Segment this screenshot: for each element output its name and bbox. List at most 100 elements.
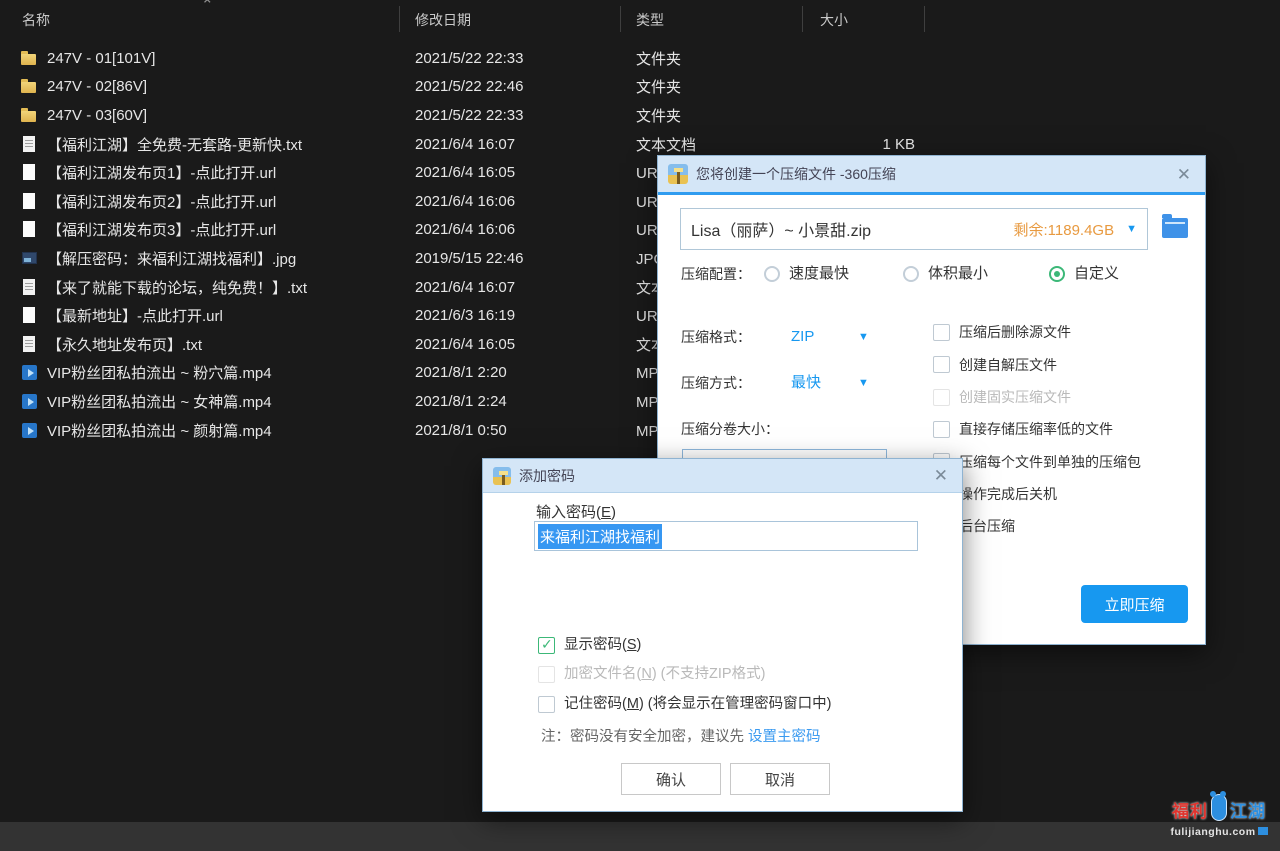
file-row[interactable]: 247V - 02[86V]2021/5/22 22:46文件夹 (0, 73, 1280, 102)
chevron-down-icon[interactable]: ▼ (858, 373, 869, 393)
file-date: 2021/6/4 16:06 (400, 221, 621, 238)
method-select[interactable]: 最快 (791, 373, 821, 393)
column-header-row: ⌃ 名称 修改日期 类型 大小 (0, 0, 1280, 38)
url-file-icon (21, 307, 38, 324)
file-type: 文本文档 (621, 134, 803, 155)
image-file-icon (21, 250, 38, 267)
file-name: 【来了就能下载的论坛，纯免费！】.txt (47, 277, 307, 298)
file-name: VIP粉丝团私拍流出 ~ 颜射篇.mp4 (47, 420, 272, 441)
file-name-cell: 【福利江湖发布页2】-点此打开.url (0, 191, 400, 212)
file-name: 【福利江湖】全免费-无套路-更新快.txt (47, 134, 302, 155)
360zip-app-icon (668, 164, 688, 184)
file-row[interactable]: 247V - 01[101V]2021/5/22 22:33文件夹 (0, 44, 1280, 73)
file-name-cell: VIP粉丝团私拍流出 ~ 颜射篇.mp4 (0, 420, 400, 441)
text-file-icon (21, 279, 38, 296)
column-divider[interactable] (924, 6, 925, 32)
file-name-cell: 247V - 03[60V] (0, 107, 400, 124)
zip-option-label: 后台压缩 (959, 516, 1015, 536)
file-row[interactable]: 247V - 03[60V] 2021/5/22 22:33文件夹 (0, 101, 1280, 130)
zip-option-checkbox[interactable] (933, 356, 950, 373)
chevron-down-icon[interactable]: ▼ (1126, 223, 1137, 235)
confirm-button[interactable]: 确认 (621, 763, 721, 795)
file-name: 【福利江湖发布页1】-点此打开.url (47, 162, 276, 183)
radio-label: 速度最快 (789, 264, 849, 284)
file-name: 247V - 02[86V] (47, 78, 147, 95)
video-file-icon (21, 422, 38, 439)
browse-folder-icon[interactable] (1162, 218, 1188, 238)
column-header-name[interactable]: 名称 (0, 0, 400, 38)
radio-2[interactable] (903, 266, 919, 282)
volume-label: 压缩分卷大小： (681, 419, 779, 439)
watermark-text-right: 江湖 (1230, 797, 1266, 822)
zip-option-label: 直接存储压缩率低的文件 (959, 419, 1113, 439)
folder-file-icon (21, 107, 38, 124)
zip-option-checkbox (933, 389, 950, 406)
method-label: 压缩方式： (681, 373, 751, 393)
radio-label: 自定义 (1074, 264, 1119, 284)
file-name-cell: 247V - 02[86V] (0, 78, 400, 95)
password-option-checkbox[interactable] (538, 637, 555, 654)
file-date: 2021/8/1 0:50 (400, 422, 621, 439)
file-name: VIP粉丝团私拍流出 ~ 女神篇.mp4 (47, 391, 272, 412)
password-input[interactable]: 来福利江湖找福利 (534, 521, 918, 551)
file-name: 247V - 03[60V] (47, 107, 147, 124)
file-type: 文件夹 (621, 105, 803, 126)
archive-name-value[interactable]: Lisa（丽萨）~ 小景甜.zip (691, 217, 1014, 241)
radio-1[interactable] (764, 266, 780, 282)
zip-option-checkbox[interactable] (933, 324, 950, 341)
url-file-icon (21, 221, 38, 238)
close-icon[interactable]: ✕ (930, 465, 952, 486)
column-divider[interactable] (399, 6, 400, 32)
file-date: 2021/6/4 16:05 (400, 336, 621, 353)
file-name-cell: 【福利江湖】全免费-无套路-更新快.txt (0, 134, 400, 155)
column-header-date[interactable]: 修改日期 (400, 0, 621, 38)
file-name: 【永久地址发布页】.txt (47, 334, 202, 355)
cancel-button[interactable]: 取消 (730, 763, 830, 795)
360zip-app-icon (493, 467, 511, 485)
file-date: 2021/6/4 16:06 (400, 193, 621, 210)
chevron-down-icon[interactable]: ▼ (858, 327, 869, 347)
set-master-password-link[interactable]: 设置主密码 (748, 729, 821, 745)
column-divider[interactable] (620, 6, 621, 32)
file-date: 2021/8/1 2:20 (400, 364, 621, 381)
status-bar (0, 822, 1280, 851)
compress-now-button[interactable]: 立即压缩 (1081, 585, 1188, 623)
free-space-label: 剩余:1189.4GB (1014, 219, 1115, 240)
video-file-icon (21, 364, 38, 381)
file-date: 2021/8/1 2:24 (400, 393, 621, 410)
password-option-checkbox[interactable] (538, 696, 555, 713)
zip-option-label: 压缩每个文件到单独的压缩包 (959, 452, 1141, 472)
file-name-cell: 【永久地址发布页】.txt (0, 334, 400, 355)
password-dialog-titlebar: 添加密码 ✕ (483, 459, 962, 493)
zip-dialog-titlebar: 您将创建一个压缩文件 -360压缩 ✕ (658, 156, 1205, 195)
url-file-icon (21, 164, 38, 181)
file-date: 2021/6/4 16:07 (400, 279, 621, 296)
watermark-logo: 福利 江湖 (1163, 792, 1275, 826)
password-note: 注：密码没有安全加密，建议先 设置主密码 (541, 725, 821, 746)
sort-ascending-icon: ⌃ (201, 0, 214, 14)
file-name-cell: 【解压密码：来福利江湖找福利】.jpg (0, 248, 400, 269)
password-dialog-title: 添加密码 (519, 466, 575, 486)
archive-name-input[interactable]: Lisa（丽萨）~ 小景甜.zip 剩余:1189.4GB ▼ (680, 208, 1148, 250)
password-selected-text: 来福利江湖找福利 (538, 524, 662, 549)
site-watermark: 福利 江湖 fulijianghu.com (1163, 792, 1275, 838)
column-header-type[interactable]: 类型 (621, 0, 803, 38)
format-label: 压缩格式： (681, 327, 751, 347)
file-date: 2021/5/22 22:33 (400, 107, 621, 124)
url-file-icon (21, 193, 38, 210)
file-name: 247V - 01[101V] (47, 50, 155, 67)
column-divider[interactable] (802, 6, 803, 32)
file-name: 【福利江湖发布页2】-点此打开.url (47, 191, 276, 212)
file-date: 2021/6/4 16:05 (400, 164, 621, 181)
format-select[interactable]: ZIP (791, 327, 814, 347)
column-header-size[interactable]: 大小 (803, 0, 925, 38)
file-date: 2021/5/22 22:33 (400, 50, 621, 67)
file-type: 文件夹 (621, 76, 803, 97)
file-name-cell: 【福利江湖发布页3】-点此打开.url (0, 219, 400, 240)
password-dialog: 添加密码 ✕ 输入密码(E) 来福利江湖找福利 显示密码(S)加密文件名(N) … (482, 458, 963, 812)
file-size: 1 KB (803, 136, 925, 153)
file-name-cell: VIP粉丝团私拍流出 ~ 女神篇.mp4 (0, 391, 400, 412)
zip-option-checkbox[interactable] (933, 421, 950, 438)
close-icon[interactable]: ✕ (1173, 164, 1195, 185)
radio-3[interactable] (1049, 266, 1065, 282)
